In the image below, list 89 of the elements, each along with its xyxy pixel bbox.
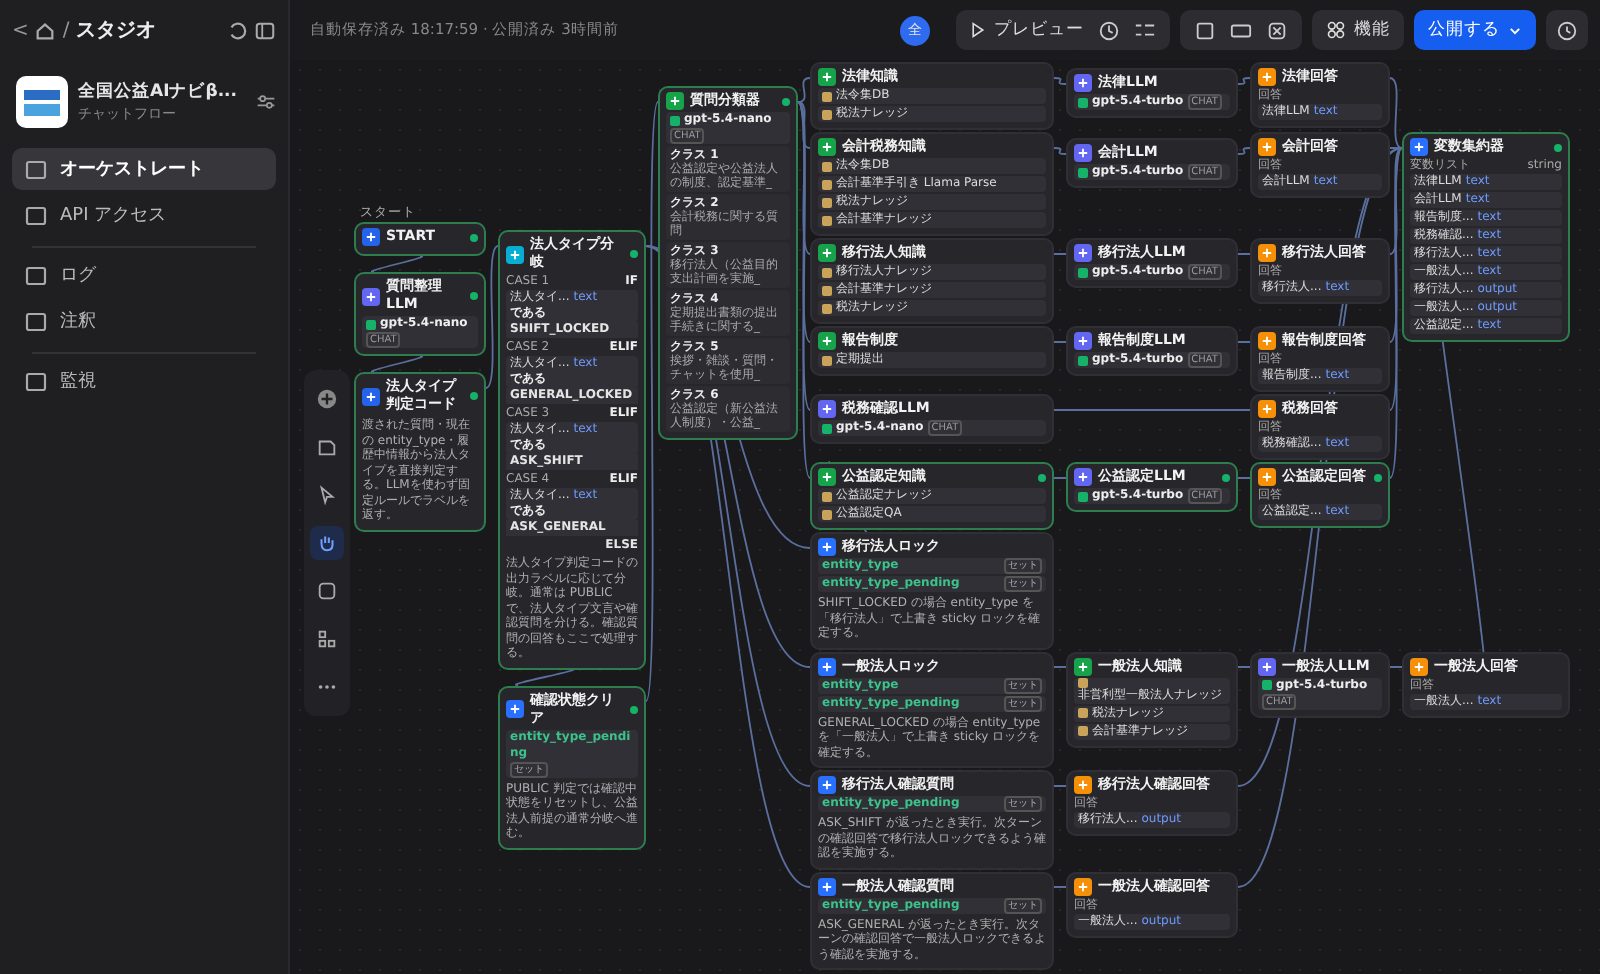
node-type-icon: [1258, 332, 1276, 350]
node-type-icon: [666, 92, 684, 110]
connector: [1053, 253, 1067, 255]
node-type-icon: [1074, 144, 1092, 162]
status-dot: [470, 233, 478, 241]
node-type-icon: [1258, 138, 1276, 156]
hand-tool-icon[interactable]: [310, 526, 344, 560]
node-type-icon: [1258, 468, 1276, 486]
window-icon: [24, 157, 48, 181]
env-icon[interactable]: [1230, 19, 1252, 41]
node-type-icon: [818, 332, 836, 350]
connector: [1053, 886, 1067, 888]
node-type-icon: [818, 776, 836, 794]
node-type-icon: [362, 228, 380, 246]
node-type-icon: [818, 468, 836, 486]
node-type-icon: [1258, 657, 1276, 675]
nav-item[interactable]: ログ: [12, 254, 276, 296]
breadcrumb-separator: /: [62, 19, 70, 41]
nav-item[interactable]: オーケストレート: [12, 148, 276, 190]
node-type-icon: [362, 287, 380, 305]
status-dot: [630, 705, 638, 713]
variable-icon[interactable]: [1266, 19, 1288, 41]
version-history-button[interactable]: [1546, 10, 1588, 50]
status-dot: [630, 250, 638, 258]
status-dot: [470, 292, 478, 300]
node-type-icon: [818, 138, 836, 156]
checklist-icon[interactable]: [1134, 19, 1156, 41]
nav-item[interactable]: API アクセス: [12, 194, 276, 236]
chevron-down-icon: [1508, 23, 1522, 37]
node-type-icon: [1074, 468, 1092, 486]
node-type-icon: [1074, 74, 1092, 92]
node-type-icon: [1074, 776, 1092, 794]
app-logo: [16, 76, 68, 128]
window-icon: [24, 369, 48, 393]
breadcrumb-label[interactable]: スタジオ: [75, 16, 156, 44]
edit-icon[interactable]: [1194, 19, 1216, 41]
connector: [1053, 477, 1067, 479]
status-dot: [1374, 473, 1382, 481]
node-type-icon: [362, 387, 380, 405]
publish-button[interactable]: 公開する: [1414, 10, 1536, 50]
status-dot: [470, 392, 478, 400]
sidebar-toggle-icon[interactable]: [254, 19, 276, 41]
node-type-icon: [506, 245, 524, 263]
grid-icon: [1326, 20, 1346, 40]
connector: [1237, 77, 1251, 85]
nav-item[interactable]: 監視: [12, 360, 276, 402]
node-type-icon: [818, 400, 836, 418]
status-dot: [1554, 143, 1562, 151]
node-type-icon: [1258, 244, 1276, 262]
history-icon: [1556, 19, 1578, 41]
settings-icon[interactable]: [256, 92, 276, 112]
node-type-icon: [818, 538, 836, 556]
node-type-icon: [818, 68, 836, 86]
status-dot: [1222, 473, 1230, 481]
features-button[interactable]: 機能: [1312, 10, 1404, 50]
node-type-icon: [1074, 657, 1092, 675]
refresh-icon[interactable]: [226, 19, 248, 41]
clock-icon[interactable]: [1098, 19, 1120, 41]
node-type-icon: [1258, 68, 1276, 86]
connector: [485, 245, 499, 389]
node-type-icon: [1074, 244, 1092, 262]
home-icon[interactable]: [34, 19, 57, 41]
node-type-icon: [1258, 400, 1276, 418]
connector: [1053, 785, 1067, 787]
status-dot: [782, 97, 790, 105]
window-icon: [24, 263, 48, 287]
node-type-icon: [1074, 877, 1092, 895]
connector: [1053, 147, 1067, 155]
connector: [1053, 341, 1067, 343]
node-type-icon: [1410, 138, 1428, 156]
nav-item[interactable]: 注釈: [12, 300, 276, 342]
connector: [370, 355, 424, 373]
app-name: 全国公益AIナビβ...: [78, 80, 238, 104]
connector: [515, 668, 575, 686]
node-type-icon: [1410, 657, 1428, 675]
connector: [1053, 666, 1067, 668]
play-icon: [970, 22, 986, 38]
back-link[interactable]: <: [12, 19, 29, 41]
node-type-icon: [818, 244, 836, 262]
status-dot: [1038, 473, 1046, 481]
workflow-node[interactable]: [498, 230, 646, 669]
node-type-icon: [818, 657, 836, 675]
connector: [1053, 77, 1067, 85]
node-type-icon: [1074, 332, 1092, 350]
connector: [370, 255, 424, 273]
node-type-icon: [506, 700, 524, 718]
window-icon: [24, 309, 48, 333]
window-icon: [24, 203, 48, 227]
node-type-icon: [818, 877, 836, 895]
